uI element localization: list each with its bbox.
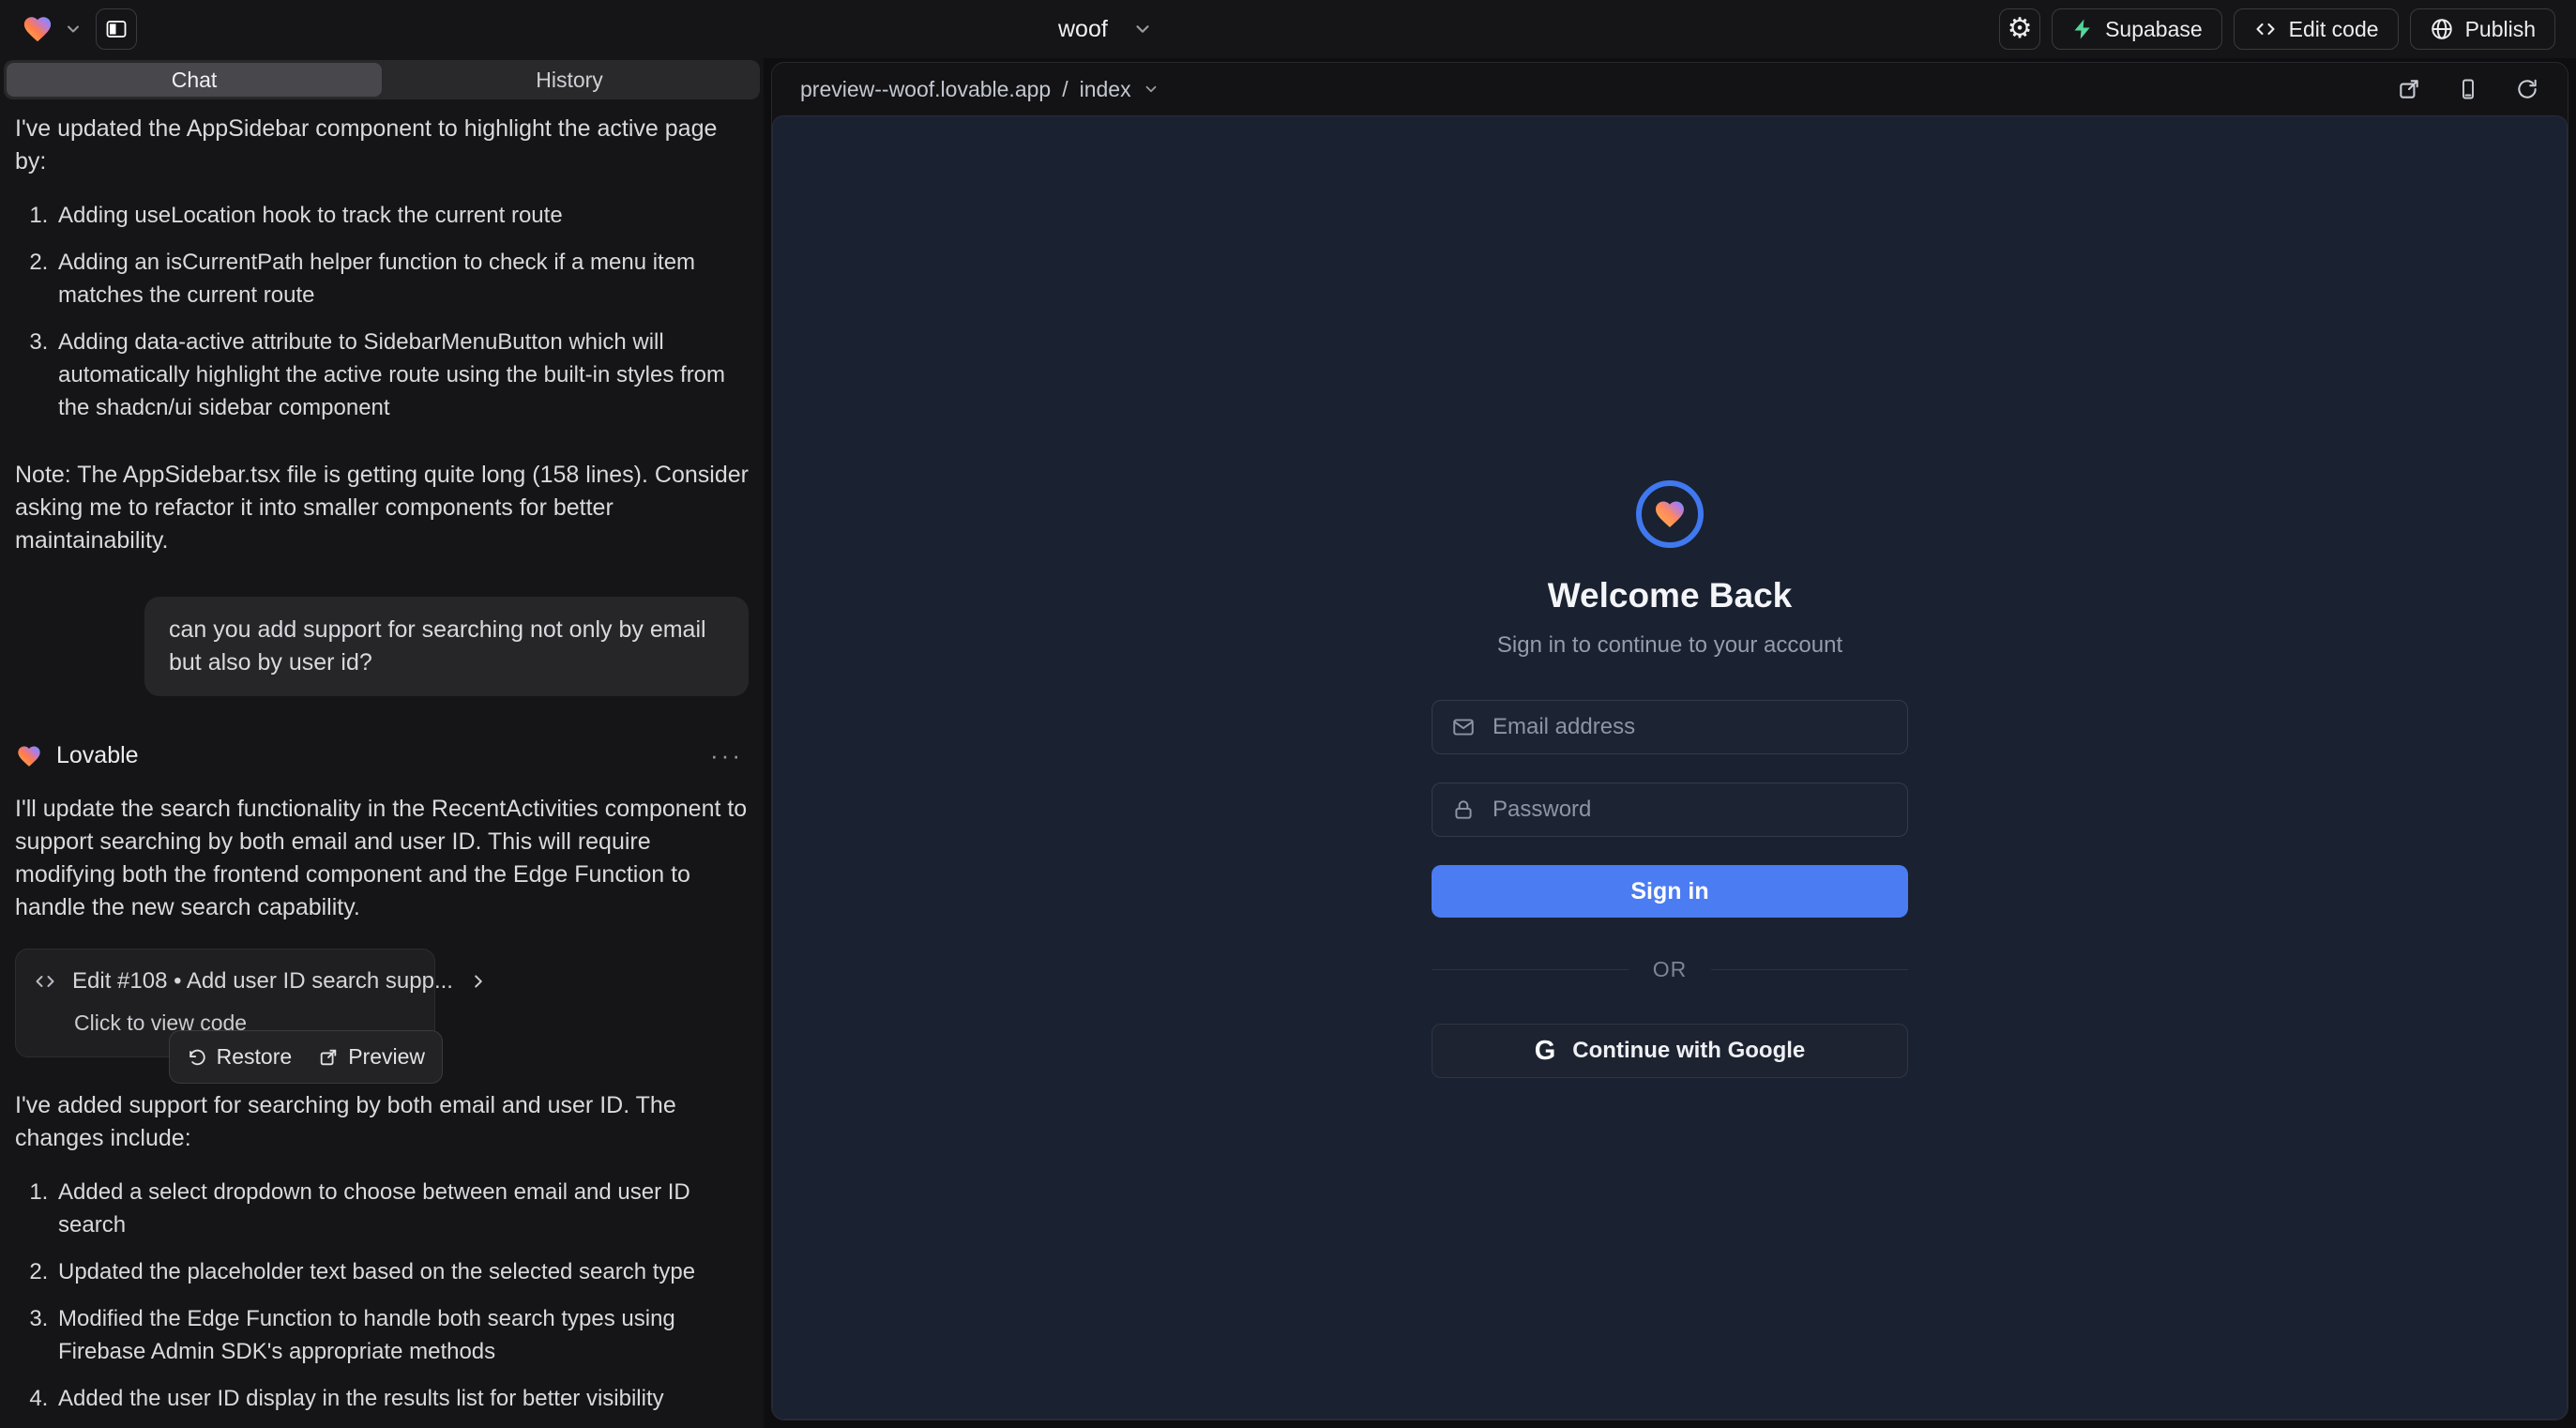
app-logo [1636, 480, 1704, 548]
app-preview-frame: Welcome Back Sign in to continue to your… [772, 115, 2568, 1420]
assistant-message-text: I've added support for searching by both… [15, 1089, 749, 1155]
edit-card-wrapper: Edit #108 • Add user ID search supp... C… [15, 949, 435, 1057]
or-label: OR [1653, 957, 1688, 982]
chevron-down-icon [1143, 81, 1159, 98]
publish-button[interactable]: Publish [2410, 8, 2555, 50]
edit-card-actions: Restore Preview [169, 1030, 443, 1084]
mobile-view-button[interactable] [2457, 77, 2479, 101]
sidebar-toggle-button[interactable] [96, 8, 137, 50]
assistant-message-text: I've updated the AppSidebar component to… [15, 113, 749, 178]
supabase-button[interactable]: Supabase [2052, 8, 2222, 50]
or-divider: OR [1432, 957, 1908, 982]
list-item: Added the user ID display in the results… [54, 1382, 749, 1415]
chevron-right-icon [468, 971, 489, 992]
publish-label: Publish [2465, 17, 2536, 42]
chat-message-list[interactable]: I've updated the AppSidebar component to… [0, 99, 764, 1428]
list-item: Adding an isCurrentPath helper function … [54, 246, 749, 311]
google-g-icon: G [1535, 1036, 1556, 1067]
tab-history[interactable]: History [382, 63, 757, 97]
code-icon [33, 970, 57, 993]
edit-code-button[interactable]: Edit code [2234, 8, 2399, 50]
preview-url[interactable]: preview--woof.lovable.app [800, 77, 1051, 102]
password-field[interactable]: Password [1432, 782, 1908, 837]
list-item: Added a select dropdown to choose betwee… [54, 1176, 749, 1241]
assistant-name: Lovable [56, 739, 139, 772]
chevron-down-icon [1132, 19, 1153, 39]
list-item: Modified the Edge Function to handle bot… [54, 1302, 749, 1368]
list-item: Adding useLocation hook to track the cur… [54, 199, 749, 232]
supabase-label: Supabase [2105, 17, 2203, 42]
chevron-down-icon [64, 20, 83, 38]
user-message-text: can you add support for searching not on… [169, 616, 706, 676]
assistant-message-list: Adding useLocation hook to track the cur… [15, 199, 749, 438]
continue-with-google-button[interactable]: G Continue with Google [1432, 1024, 1908, 1078]
preview-header: preview--woof.lovable.app / index [772, 63, 2568, 115]
tab-chat[interactable]: Chat [7, 63, 382, 97]
topbar: woof ⚙ Supabase Edit code [0, 0, 2576, 58]
refresh-button[interactable] [2515, 77, 2539, 101]
assistant-header: Lovable ··· [15, 739, 749, 772]
external-link-icon [318, 1047, 339, 1068]
preview-page[interactable]: index [1080, 77, 1131, 102]
gear-icon: ⚙ [2008, 15, 2033, 43]
mail-icon [1451, 715, 1476, 739]
assistant-message-list: Added a select dropdown to choose betwee… [15, 1176, 749, 1428]
sign-in-label: Sign in [1630, 878, 1708, 905]
edit-card-title: Edit #108 • Add user ID search supp... [72, 965, 453, 997]
settings-button[interactable]: ⚙ [1999, 8, 2040, 50]
supabase-bolt-icon [2071, 17, 2094, 41]
heart-icon [1652, 497, 1688, 531]
edit-code-label: Edit code [2289, 17, 2379, 42]
restore-button[interactable]: Restore [187, 1041, 293, 1073]
preview-label: Preview [348, 1041, 425, 1073]
chat-panel: Chat History I've updated the AppSidebar… [0, 58, 764, 1428]
user-message-bubble: can you add support for searching not on… [144, 597, 749, 696]
email-field[interactable]: Email address [1432, 700, 1908, 754]
list-item: Updated the placeholder text based on th… [54, 1255, 749, 1288]
sign-in-button[interactable]: Sign in [1432, 865, 1908, 918]
list-item: Adding data-active attribute to SidebarM… [54, 326, 749, 424]
page-title: Welcome Back [1548, 576, 1793, 615]
globe-icon [2430, 17, 2454, 41]
restore-label: Restore [217, 1041, 293, 1073]
preview-button[interactable]: Preview [318, 1041, 425, 1073]
code-icon [2253, 18, 2278, 40]
lovable-heart-icon [15, 743, 43, 769]
email-placeholder: Email address [1493, 714, 1635, 740]
path-separator: / [1062, 77, 1068, 102]
google-button-label: Continue with Google [1572, 1038, 1805, 1064]
project-name: woof [1058, 16, 1108, 43]
assistant-note-text: Note: The AppSidebar.tsx file is getting… [15, 459, 749, 557]
lovable-logo-menu[interactable] [21, 13, 83, 45]
lock-icon [1451, 798, 1476, 822]
panel-left-icon [105, 18, 128, 40]
chat-history-tabs: Chat History [4, 60, 760, 99]
preview-pane: preview--woof.lovable.app / index [771, 62, 2568, 1420]
message-menu-button[interactable]: ··· [710, 739, 743, 772]
open-in-new-tab-button[interactable] [2397, 77, 2421, 101]
assistant-message-text: I'll update the search functionality in … [15, 793, 749, 924]
page-subtitle: Sign in to continue to your account [1497, 632, 1842, 659]
password-placeholder: Password [1493, 797, 1591, 823]
lovable-heart-icon [21, 13, 54, 45]
project-switcher[interactable]: woof [1058, 0, 1153, 58]
restore-icon [187, 1047, 207, 1068]
